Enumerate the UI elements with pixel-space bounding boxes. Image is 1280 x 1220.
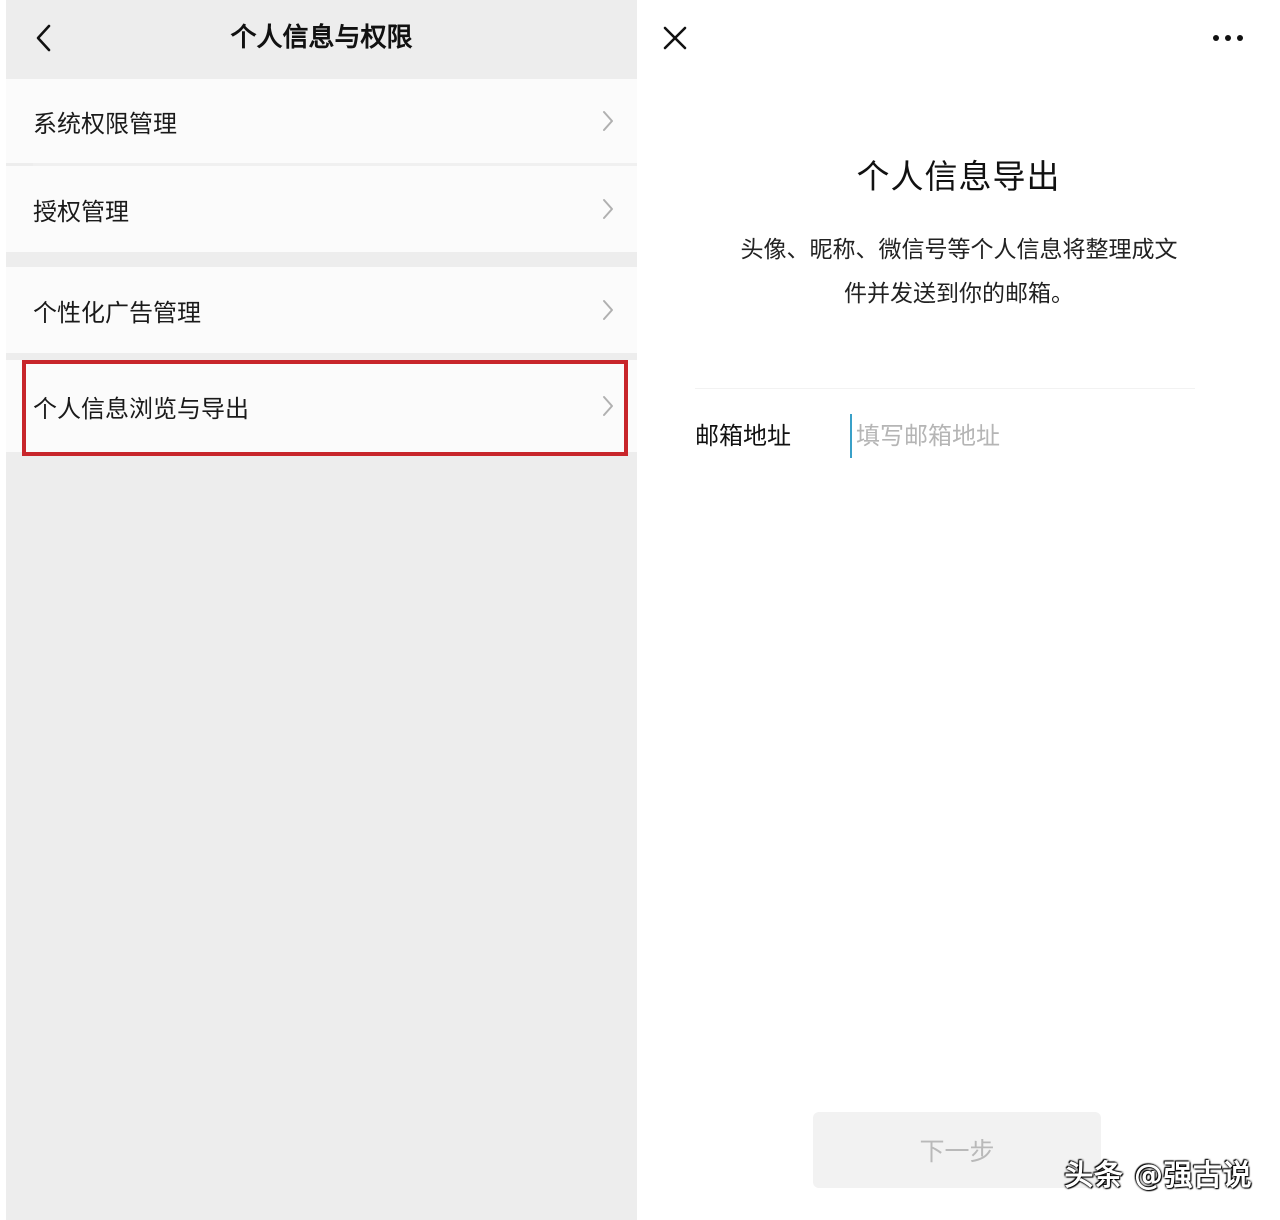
export-description: 头像、昵称、微信号等个人信息将整理成文 件并发送到你的邮箱。	[699, 228, 1219, 316]
left-nav-bar: 个人信息与权限	[6, 0, 637, 77]
watermark: 头条 @强古说	[1064, 1158, 1252, 1192]
menu-item-authorization[interactable]: 授权管理	[6, 166, 637, 252]
close-button[interactable]	[657, 20, 693, 56]
page-title: 个人信息与权限	[230, 23, 413, 53]
more-icon	[1213, 35, 1243, 41]
chevron-right-icon	[603, 111, 613, 131]
divider	[695, 388, 1195, 389]
chevron-left-icon	[36, 24, 51, 52]
email-field[interactable]	[850, 414, 1196, 458]
close-icon	[663, 26, 687, 50]
description-line: 头像、昵称、微信号等个人信息将整理成文	[740, 237, 1178, 263]
menu-item-label: 个性化广告管理	[33, 298, 201, 327]
email-label: 邮箱地址	[695, 422, 791, 450]
menu-item-personalized-ads[interactable]: 个性化广告管理	[6, 267, 637, 353]
menu-item-system-permissions[interactable]: 系统权限管理	[6, 79, 637, 163]
permissions-panel: 个人信息与权限 系统权限管理 授权管理 个性化广告管理 个人信息浏览与导出	[6, 0, 637, 1220]
export-title: 个人信息导出	[856, 157, 1061, 196]
menu-item-label: 个人信息浏览与导出	[33, 394, 249, 423]
export-panel: 个人信息导出 头像、昵称、微信号等个人信息将整理成文 件并发送到你的邮箱。 邮箱…	[637, 0, 1280, 1220]
more-button[interactable]	[1206, 22, 1250, 54]
back-button[interactable]	[24, 18, 64, 58]
chevron-right-icon	[603, 300, 613, 320]
menu-item-personal-info-export[interactable]: 个人信息浏览与导出	[6, 360, 637, 452]
menu-item-label: 授权管理	[33, 197, 129, 226]
description-line: 件并发送到你的邮箱。	[844, 281, 1074, 307]
menu-item-label: 系统权限管理	[33, 109, 177, 138]
chevron-right-icon	[603, 396, 613, 416]
next-button[interactable]: 下一步	[813, 1112, 1101, 1188]
chevron-right-icon	[603, 199, 613, 219]
